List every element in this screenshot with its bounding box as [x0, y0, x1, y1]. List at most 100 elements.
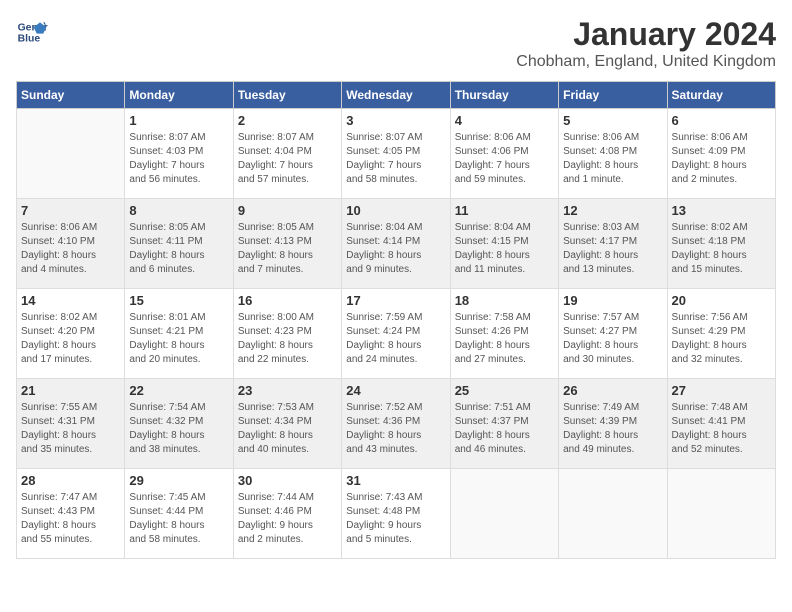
day-number: 27: [672, 383, 771, 398]
table-row: 18 Sunrise: 7:58 AM Sunset: 4:26 PM Dayli…: [450, 289, 558, 379]
day-number: 25: [455, 383, 554, 398]
day-info: Sunrise: 7:53 AM Sunset: 4:34 PM Dayligh…: [238, 401, 337, 457]
header-monday: Monday: [125, 82, 233, 109]
day-info: Sunrise: 7:47 AM Sunset: 4:43 PM Dayligh…: [21, 491, 120, 547]
day-number: 11: [455, 203, 554, 218]
table-row: 11 Sunrise: 8:04 AM Sunset: 4:15 PM Dayli…: [450, 199, 558, 289]
day-info: Sunrise: 8:06 AM Sunset: 4:10 PM Dayligh…: [21, 221, 120, 277]
day-info: Sunrise: 7:58 AM Sunset: 4:26 PM Dayligh…: [455, 311, 554, 367]
title-section: January 2024 Chobham, England, United Ki…: [516, 16, 776, 71]
day-number: 7: [21, 203, 120, 218]
day-number: 9: [238, 203, 337, 218]
table-row: 24Sunrise: 7:52 AM Sunset: 4:36 PM Dayli…: [342, 379, 450, 469]
day-info: Sunrise: 8:03 AM Sunset: 4:17 PM Dayligh…: [563, 221, 662, 277]
calendar-subtitle: Chobham, England, United Kingdom: [516, 53, 776, 71]
day-info: Sunrise: 7:48 AM Sunset: 4:41 PM Dayligh…: [672, 401, 771, 457]
table-row: 10 Sunrise: 8:04 AM Sunset: 4:14 PM Dayli…: [342, 199, 450, 289]
table-row: 5 Sunrise: 8:06 AM Sunset: 4:08 PM Daylig…: [559, 109, 667, 199]
day-info: Sunrise: 7:54 AM Sunset: 4:32 PM Dayligh…: [129, 401, 228, 457]
calendar-week-row: 7 Sunrise: 8:06 AM Sunset: 4:10 PM Daylig…: [17, 199, 776, 289]
table-row: 20 Sunrise: 7:56 AM Sunset: 4:29 PM Dayli…: [667, 289, 775, 379]
day-info: Sunrise: 8:04 AM Sunset: 4:14 PM Dayligh…: [346, 221, 445, 277]
day-info: Sunrise: 8:01 AM Sunset: 4:21 PM Dayligh…: [129, 311, 228, 367]
table-row: [667, 469, 775, 559]
day-number: 3: [346, 113, 445, 128]
day-number: 16: [238, 293, 337, 308]
day-info: Sunrise: 8:02 AM Sunset: 4:20 PM Dayligh…: [21, 311, 120, 367]
table-row: 27 Sunrise: 7:48 AM Sunset: 4:41 PM Dayli…: [667, 379, 775, 469]
calendar-week-row: 1Sunrise: 8:07 AM Sunset: 4:03 PM Daylig…: [17, 109, 776, 199]
table-row: 16 Sunrise: 8:00 AM Sunset: 4:23 PM Dayli…: [233, 289, 341, 379]
day-number: 6: [672, 113, 771, 128]
day-number: 17: [346, 293, 445, 308]
day-info: Sunrise: 7:51 AM Sunset: 4:37 PM Dayligh…: [455, 401, 554, 457]
day-info: Sunrise: 7:55 AM Sunset: 4:31 PM Dayligh…: [21, 401, 120, 457]
svg-text:Blue: Blue: [18, 34, 41, 45]
day-info: Sunrise: 7:45 AM Sunset: 4:44 PM Dayligh…: [129, 491, 228, 547]
day-number: 1: [129, 113, 228, 128]
table-row: [17, 109, 125, 199]
day-number: 18: [455, 293, 554, 308]
day-number: 15: [129, 293, 228, 308]
header-wednesday: Wednesday: [342, 82, 450, 109]
day-info: Sunrise: 8:02 AM Sunset: 4:18 PM Dayligh…: [672, 221, 771, 277]
day-number: 22: [129, 383, 228, 398]
day-info: Sunrise: 8:07 AM Sunset: 4:05 PM Dayligh…: [346, 131, 445, 187]
table-row: 21 Sunrise: 7:55 AM Sunset: 4:31 PM Dayli…: [17, 379, 125, 469]
day-number: 20: [672, 293, 771, 308]
table-row: [559, 469, 667, 559]
day-info: Sunrise: 8:00 AM Sunset: 4:23 PM Dayligh…: [238, 311, 337, 367]
table-row: 22 Sunrise: 7:54 AM Sunset: 4:32 PM Dayli…: [125, 379, 233, 469]
table-row: 26 Sunrise: 7:49 AM Sunset: 4:39 PM Dayli…: [559, 379, 667, 469]
day-number: 31: [346, 473, 445, 488]
day-number: 21: [21, 383, 120, 398]
day-number: 29: [129, 473, 228, 488]
calendar-week-row: 14Sunrise: 8:02 AM Sunset: 4:20 PM Dayli…: [17, 289, 776, 379]
table-row: 19Sunrise: 7:57 AM Sunset: 4:27 PM Dayli…: [559, 289, 667, 379]
logo: General Blue: [16, 16, 48, 48]
table-row: 8 Sunrise: 8:05 AM Sunset: 4:11 PM Daylig…: [125, 199, 233, 289]
header-friday: Friday: [559, 82, 667, 109]
day-number: 10: [346, 203, 445, 218]
table-row: 2Sunrise: 8:07 AM Sunset: 4:04 PM Daylig…: [233, 109, 341, 199]
day-number: 26: [563, 383, 662, 398]
calendar-week-row: 28 Sunrise: 7:47 AM Sunset: 4:43 PM Dayli…: [17, 469, 776, 559]
day-number: 12: [563, 203, 662, 218]
table-row: 31 Sunrise: 7:43 AM Sunset: 4:48 PM Dayli…: [342, 469, 450, 559]
day-info: Sunrise: 7:49 AM Sunset: 4:39 PM Dayligh…: [563, 401, 662, 457]
day-number: 5: [563, 113, 662, 128]
table-row: [450, 469, 558, 559]
weekday-header-row: Sunday Monday Tuesday Wednesday Thursday…: [17, 82, 776, 109]
table-row: 12 Sunrise: 8:03 AM Sunset: 4:17 PM Dayli…: [559, 199, 667, 289]
day-info: Sunrise: 7:52 AM Sunset: 4:36 PM Dayligh…: [346, 401, 445, 457]
logo-icon: General Blue: [16, 16, 48, 48]
day-info: Sunrise: 8:06 AM Sunset: 4:06 PM Dayligh…: [455, 131, 554, 187]
header-sunday: Sunday: [17, 82, 125, 109]
table-row: 9Sunrise: 8:05 AM Sunset: 4:13 PM Daylig…: [233, 199, 341, 289]
day-info: Sunrise: 7:56 AM Sunset: 4:29 PM Dayligh…: [672, 311, 771, 367]
table-row: 1Sunrise: 8:07 AM Sunset: 4:03 PM Daylig…: [125, 109, 233, 199]
day-info: Sunrise: 8:04 AM Sunset: 4:15 PM Dayligh…: [455, 221, 554, 277]
day-info: Sunrise: 8:06 AM Sunset: 4:08 PM Dayligh…: [563, 131, 662, 187]
day-number: 13: [672, 203, 771, 218]
day-number: 8: [129, 203, 228, 218]
table-row: 4 Sunrise: 8:06 AM Sunset: 4:06 PM Daylig…: [450, 109, 558, 199]
table-row: 15 Sunrise: 8:01 AM Sunset: 4:21 PM Dayli…: [125, 289, 233, 379]
day-info: Sunrise: 7:43 AM Sunset: 4:48 PM Dayligh…: [346, 491, 445, 547]
table-row: 30Sunrise: 7:44 AM Sunset: 4:46 PM Dayli…: [233, 469, 341, 559]
day-info: Sunrise: 8:05 AM Sunset: 4:11 PM Dayligh…: [129, 221, 228, 277]
header-thursday: Thursday: [450, 82, 558, 109]
header-tuesday: Tuesday: [233, 82, 341, 109]
table-row: 14Sunrise: 8:02 AM Sunset: 4:20 PM Dayli…: [17, 289, 125, 379]
day-number: 4: [455, 113, 554, 128]
table-row: 23 Sunrise: 7:53 AM Sunset: 4:34 PM Dayli…: [233, 379, 341, 469]
table-row: 17 Sunrise: 7:59 AM Sunset: 4:24 PM Dayli…: [342, 289, 450, 379]
day-number: 28: [21, 473, 120, 488]
day-number: 23: [238, 383, 337, 398]
table-row: 6Sunrise: 8:06 AM Sunset: 4:09 PM Daylig…: [667, 109, 775, 199]
day-info: Sunrise: 8:07 AM Sunset: 4:04 PM Dayligh…: [238, 131, 337, 187]
table-row: 7 Sunrise: 8:06 AM Sunset: 4:10 PM Daylig…: [17, 199, 125, 289]
day-info: Sunrise: 7:59 AM Sunset: 4:24 PM Dayligh…: [346, 311, 445, 367]
calendar-week-row: 21 Sunrise: 7:55 AM Sunset: 4:31 PM Dayli…: [17, 379, 776, 469]
table-row: 3 Sunrise: 8:07 AM Sunset: 4:05 PM Daylig…: [342, 109, 450, 199]
